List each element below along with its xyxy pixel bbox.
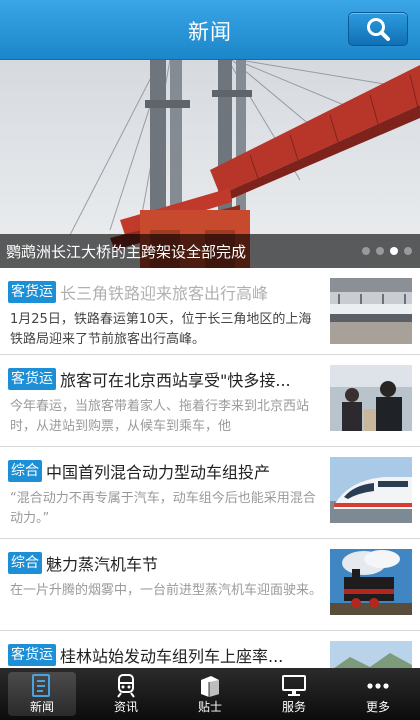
news-thumbnail — [330, 457, 412, 523]
news-title: 旅客可在北京西站享受"快多接... — [60, 371, 291, 390]
news-list-item[interactable]: 综合 魅力蒸汽机车节 在一片升腾的烟雾中，一台前进型蒸汽机车迎面驶来。 — [0, 539, 420, 631]
nav-label: 新闻 — [29, 700, 54, 714]
passengers-thumb — [330, 365, 412, 431]
nav-label: 贴士 — [197, 700, 222, 714]
news-list-item[interactable]: 客货运 长三角铁路迎来旅客出行高峰 1月25日，铁路春运第10天，位于长三角地区… — [0, 268, 420, 355]
news-summary: 今年春运，当旅客带着家人、拖着行李来到北京西站时，从进站到购票，从候车到乘车，他 — [10, 399, 310, 434]
train-icon — [117, 674, 135, 698]
news-summary: 1月25日，铁路春运第10天，位于长三角地区的上海铁路局迎来了节前旅客出行高峰。 — [10, 312, 312, 347]
carousel-dot-active[interactable] — [390, 247, 398, 255]
nav-label: 资讯 — [113, 700, 138, 714]
carousel-indicator — [362, 247, 412, 255]
news-title: 长三角铁路迎来旅客出行高峰 — [60, 284, 269, 303]
category-tag: 客货运 — [8, 644, 56, 666]
steam-locomotive-thumb — [330, 549, 412, 615]
carousel-dot[interactable] — [362, 247, 370, 255]
news-list-item[interactable]: 综合 中国首列混合动力型动车组投产 “混合动力不再专属于汽车，动车组今后也能采用… — [0, 447, 420, 539]
banner-caption: 鹦鹉洲长江大桥的主跨架设全部完成 — [0, 234, 420, 268]
category-tag: 综合 — [8, 552, 42, 574]
nav-label: 服务 — [281, 700, 306, 714]
featured-banner[interactable]: 鹦鹉洲长江大桥的主跨架设全部完成 — [0, 60, 420, 268]
news-thumbnail — [330, 641, 412, 668]
tips-icon — [201, 676, 219, 697]
banner-caption-text: 鹦鹉洲长江大桥的主跨架设全部完成 — [6, 243, 247, 261]
news-thumbnail — [330, 365, 412, 431]
landscape-thumb — [330, 641, 412, 668]
search-icon — [367, 18, 390, 41]
bottom-nav: 新闻 资讯 贴士 服务 更多 — [0, 668, 420, 720]
carousel-dot[interactable] — [404, 247, 412, 255]
category-tag: 综合 — [8, 460, 42, 482]
category-tag: 客货运 — [8, 368, 56, 390]
bullet-train-thumb — [330, 457, 412, 523]
nav-item-info[interactable]: 资讯 — [84, 668, 168, 720]
news-title: 魅力蒸汽机车节 — [46, 555, 159, 574]
news-list-item[interactable]: 客货运 桂林站始发动车组列车上座率... — [0, 631, 420, 668]
news-summary: 在一片升腾的烟雾中，一台前进型蒸汽机车迎面驶来。 — [10, 583, 323, 598]
news-title-line: 客货运 长三角铁路迎来旅客出行高峰 — [8, 280, 326, 304]
nav-item-more[interactable]: 更多 — [336, 668, 420, 720]
nav-label: 更多 — [365, 700, 390, 714]
nav-item-service[interactable]: 服务 — [252, 668, 336, 720]
news-thumbnail — [330, 278, 412, 344]
carousel-dot[interactable] — [376, 247, 384, 255]
news-list: 客货运 长三角铁路迎来旅客出行高峰 1月25日，铁路春运第10天，位于长三角地区… — [0, 268, 420, 668]
news-title: 中国首列混合动力型动车组投产 — [46, 463, 271, 482]
news-title-line: 客货运 桂林站始发动车组列车上座率... — [8, 643, 326, 667]
news-title-line: 客货运 旅客可在北京西站享受"快多接... — [8, 367, 326, 391]
news-title-line: 综合 魅力蒸汽机车节 — [8, 551, 326, 575]
news-title-line: 综合 中国首列混合动力型动车组投产 — [8, 459, 326, 483]
more-icon — [367, 683, 389, 689]
train-station-thumb — [330, 278, 412, 344]
monitor-icon — [282, 675, 306, 696]
news-summary: “混合动力不再专属于汽车，动车组今后也能采用混合动力。” — [10, 491, 316, 526]
search-button[interactable] — [348, 12, 408, 46]
news-thumbnail — [330, 549, 412, 615]
category-tag: 客货运 — [8, 281, 56, 303]
news-list-item[interactable]: 客货运 旅客可在北京西站享受"快多接... 今年春运，当旅客带着家人、拖着行李来… — [0, 355, 420, 447]
app-header: 新闻 — [0, 0, 420, 60]
news-icon — [32, 674, 50, 697]
nav-item-tips[interactable]: 贴士 — [168, 668, 252, 720]
news-title: 桂林站始发动车组列车上座率... — [60, 647, 284, 666]
nav-item-news[interactable]: 新闻 — [8, 672, 76, 716]
